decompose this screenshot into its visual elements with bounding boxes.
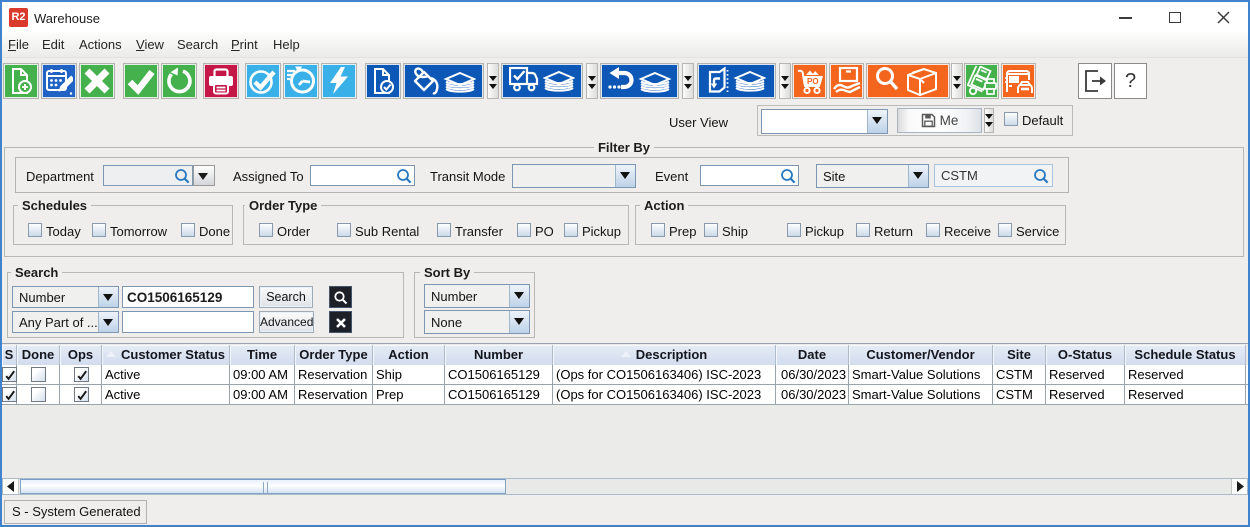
svg-text:PO: PO xyxy=(807,77,819,86)
